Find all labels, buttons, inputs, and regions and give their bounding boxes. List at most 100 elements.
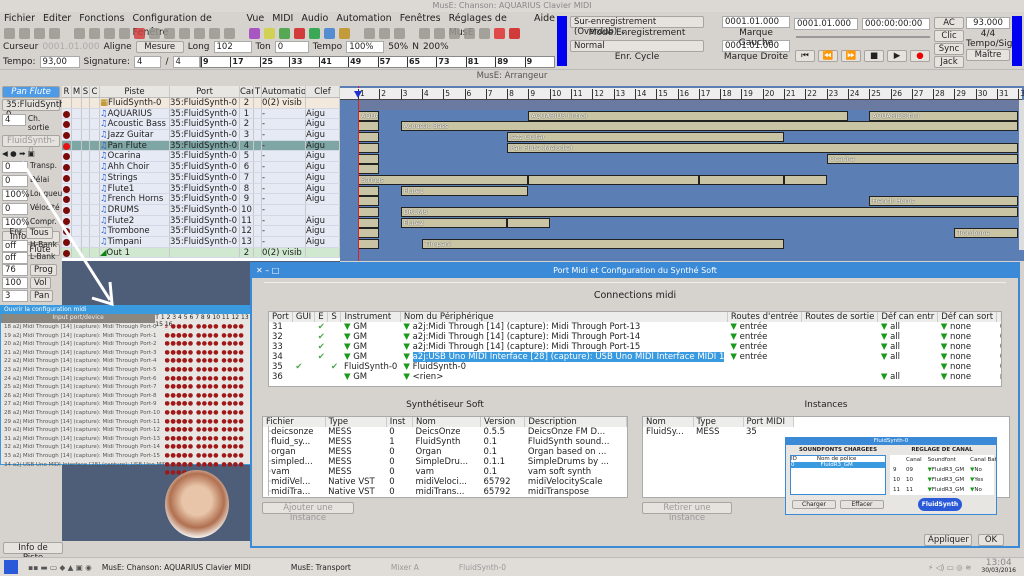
midi-part[interactable]: Trombone [954,228,1019,239]
conn-header[interactable]: Etat [996,312,1001,322]
channel-cell[interactable]: 10 [890,475,903,485]
column-toggle[interactable] [90,172,100,183]
mute-toggle[interactable] [72,226,82,236]
track-name[interactable]: ♫Timpani [100,236,170,247]
dropdown-arrow-icon[interactable]: ▼ [403,332,410,342]
forward-button[interactable]: ⏩ [841,50,861,62]
channel-row[interactable]: 9 09 ▼FluidR3_GM ▼No [890,465,996,475]
solo-toggle[interactable] [82,119,90,130]
conn-header[interactable]: Routes de sortie [801,312,879,322]
midi-config-row[interactable]: 28 a2j Midi Through [14] (capture): Midi… [1,409,261,425]
launcher-icons[interactable]: ▪▪ ▬ ▭ ◆ ▲ ▣ ◉ [28,563,92,572]
mute-toggle[interactable] [72,140,82,151]
midi-part[interactable]: Flute1 [400,185,529,196]
column-toggle[interactable] [90,140,100,151]
track-clef[interactable]: Aigu [306,162,340,172]
default-in-channel[interactable]: ▼ all [878,352,938,362]
position-bar-input[interactable]: 0001.01.000 [794,18,858,30]
mute-toggle[interactable] [72,247,82,258]
track-channel[interactable]: 12 [240,226,254,236]
track-clef[interactable]: Aigu [306,172,340,183]
output-check[interactable]: ✔ [328,362,341,372]
track-channel[interactable]: 9 [240,194,254,204]
track-name[interactable]: ♫Flute1 [100,183,170,194]
channel-out-input[interactable]: 4 [2,114,26,126]
midi-config-row[interactable]: 32 a2j Midi Through [14] (capture): Midi… [1,443,261,459]
track-name[interactable]: ▦FluidSynth-0 [100,98,170,108]
menu-item[interactable]: Réglages de MusE [449,12,526,38]
track-clef[interactable]: Aigu [306,119,340,130]
signature-numerator[interactable]: 4 [134,56,162,68]
track-port[interactable]: 35:FluidSynth-0 [170,151,240,162]
midi-part[interactable] [358,217,380,228]
track-name-button[interactable]: Pan Flute [2,86,60,98]
synth-row[interactable]: ├fluid_sy... MESS 1 FluidSynth 0.1 FluidSynth… [263,437,627,447]
rewind-icon[interactable] [434,27,445,39]
input-check[interactable] [315,362,328,372]
output-routes[interactable] [802,332,878,342]
dropdown-arrow-icon[interactable]: ▼ [403,372,410,382]
synth-row[interactable]: ├organ MESS 0 Organ 0.1 Organ based on ... [263,447,627,457]
midi-part[interactable]: DRUMS [400,207,1019,217]
panic-icon[interactable] [509,27,520,39]
solo-toggle[interactable] [82,151,90,162]
channel-cell[interactable]: ▼FluidR3_GM [925,465,968,475]
synth-row[interactable]: ├deicsonze MESS 0 DeicsOnze 0.5.5 DeicsOnze F… [263,427,627,437]
playhead-marker-icon[interactable] [354,91,362,98]
midi-part[interactable] [358,228,380,239]
loop-end-icon[interactable] [394,27,405,39]
track-name[interactable]: ♫Pan Flute [100,140,170,151]
midi-config-row[interactable]: 34 a2j USB Uno MIDI Interface [28] (capt… [1,461,261,477]
channel-cell[interactable]: 11 [903,485,925,495]
conn-header[interactable]: E [314,312,329,322]
track-row[interactable]: ♫French Horns 35:FluidSynth-0 9- Aigu [62,194,340,205]
midi-part[interactable]: Flute2 [400,217,508,228]
column-header-m[interactable]: M [72,86,82,97]
column-header-port[interactable]: Port [170,86,240,97]
dropdown-arrow-icon[interactable]: ▼ [881,342,888,352]
track-channel[interactable]: 5 [240,151,254,162]
input-check[interactable]: ✔ [315,322,328,332]
signature-denominator[interactable]: 4 [172,56,201,68]
hbank-input[interactable]: off [2,240,28,252]
track-channel[interactable]: 13 [240,236,254,247]
track-row[interactable]: ♫Acoustic Bass 35:FluidSynth-0 2- Aigu [62,119,340,131]
dropdown-arrow-icon[interactable]: ▼ [344,342,351,352]
track-clef[interactable]: Aigu [306,215,340,226]
rewind-start-icon[interactable] [419,27,430,39]
conn-header[interactable]: Déf can sort [937,312,998,322]
channel-dots[interactable]: s ●●●● ●●●● ●●●● ●●●● [165,357,261,373]
midi-part[interactable] [528,174,699,185]
column-header-can[interactable]: Can [240,86,254,97]
dropdown-arrow-icon[interactable]: ▼ [941,352,948,362]
device-cell[interactable]: ▼ a2j:Midi Through [14] (capture): Midi … [400,322,727,332]
synth-row[interactable]: ├vam MESS 0 vam 0.1 vam soft synth [263,467,627,477]
midi-config-row[interactable]: 21 a2j Midi Through [14] (capture): Midi… [1,349,261,365]
midi-part[interactable]: Strings [358,174,529,185]
wave-track-icon[interactable] [279,27,290,39]
midi-config-row[interactable]: 26 a2j Midi Through [14] (capture): Midi… [1,392,261,408]
mute-toggle[interactable] [72,151,82,162]
solo-toggle[interactable] [82,194,90,204]
arranger-canvas[interactable]: AQUA AQUARIUS (intro) AQUARIUS(fin) Acousti… [340,86,1024,261]
solo-toggle[interactable] [82,247,90,258]
track-port[interactable]: 35:FluidSynth-0 [170,130,240,140]
channel-dots[interactable]: s ●●●● ●●●● ●●●● ●●●● [165,435,261,451]
connection-row[interactable]: 33 ✔ ▼ GM ▼ a2j:Midi Through [14] (capture)… [269,342,1001,352]
column-header-r[interactable]: R [62,86,72,97]
rewind-start-button[interactable]: ⏮ [795,50,815,62]
audio-out-icon[interactable] [294,27,305,39]
track-automation[interactable]: - [262,162,306,172]
instance-header[interactable]: Nom [643,417,694,427]
default-out-channel[interactable]: ▼ none [938,352,997,362]
track-name[interactable]: ♫Flute2 [100,215,170,226]
record-arm-toggle[interactable] [62,183,72,194]
track-name[interactable]: ♫Acoustic Bass [100,119,170,130]
record-icon[interactable] [494,27,505,39]
midi-part[interactable] [698,174,784,185]
track-automation[interactable]: - [262,108,306,119]
pan-input[interactable]: 3 [2,290,28,302]
dropdown-arrow-icon[interactable]: ▼ [730,332,737,342]
master-button[interactable]: Maître [966,49,1010,61]
channel-cell[interactable]: 9 [890,465,903,475]
